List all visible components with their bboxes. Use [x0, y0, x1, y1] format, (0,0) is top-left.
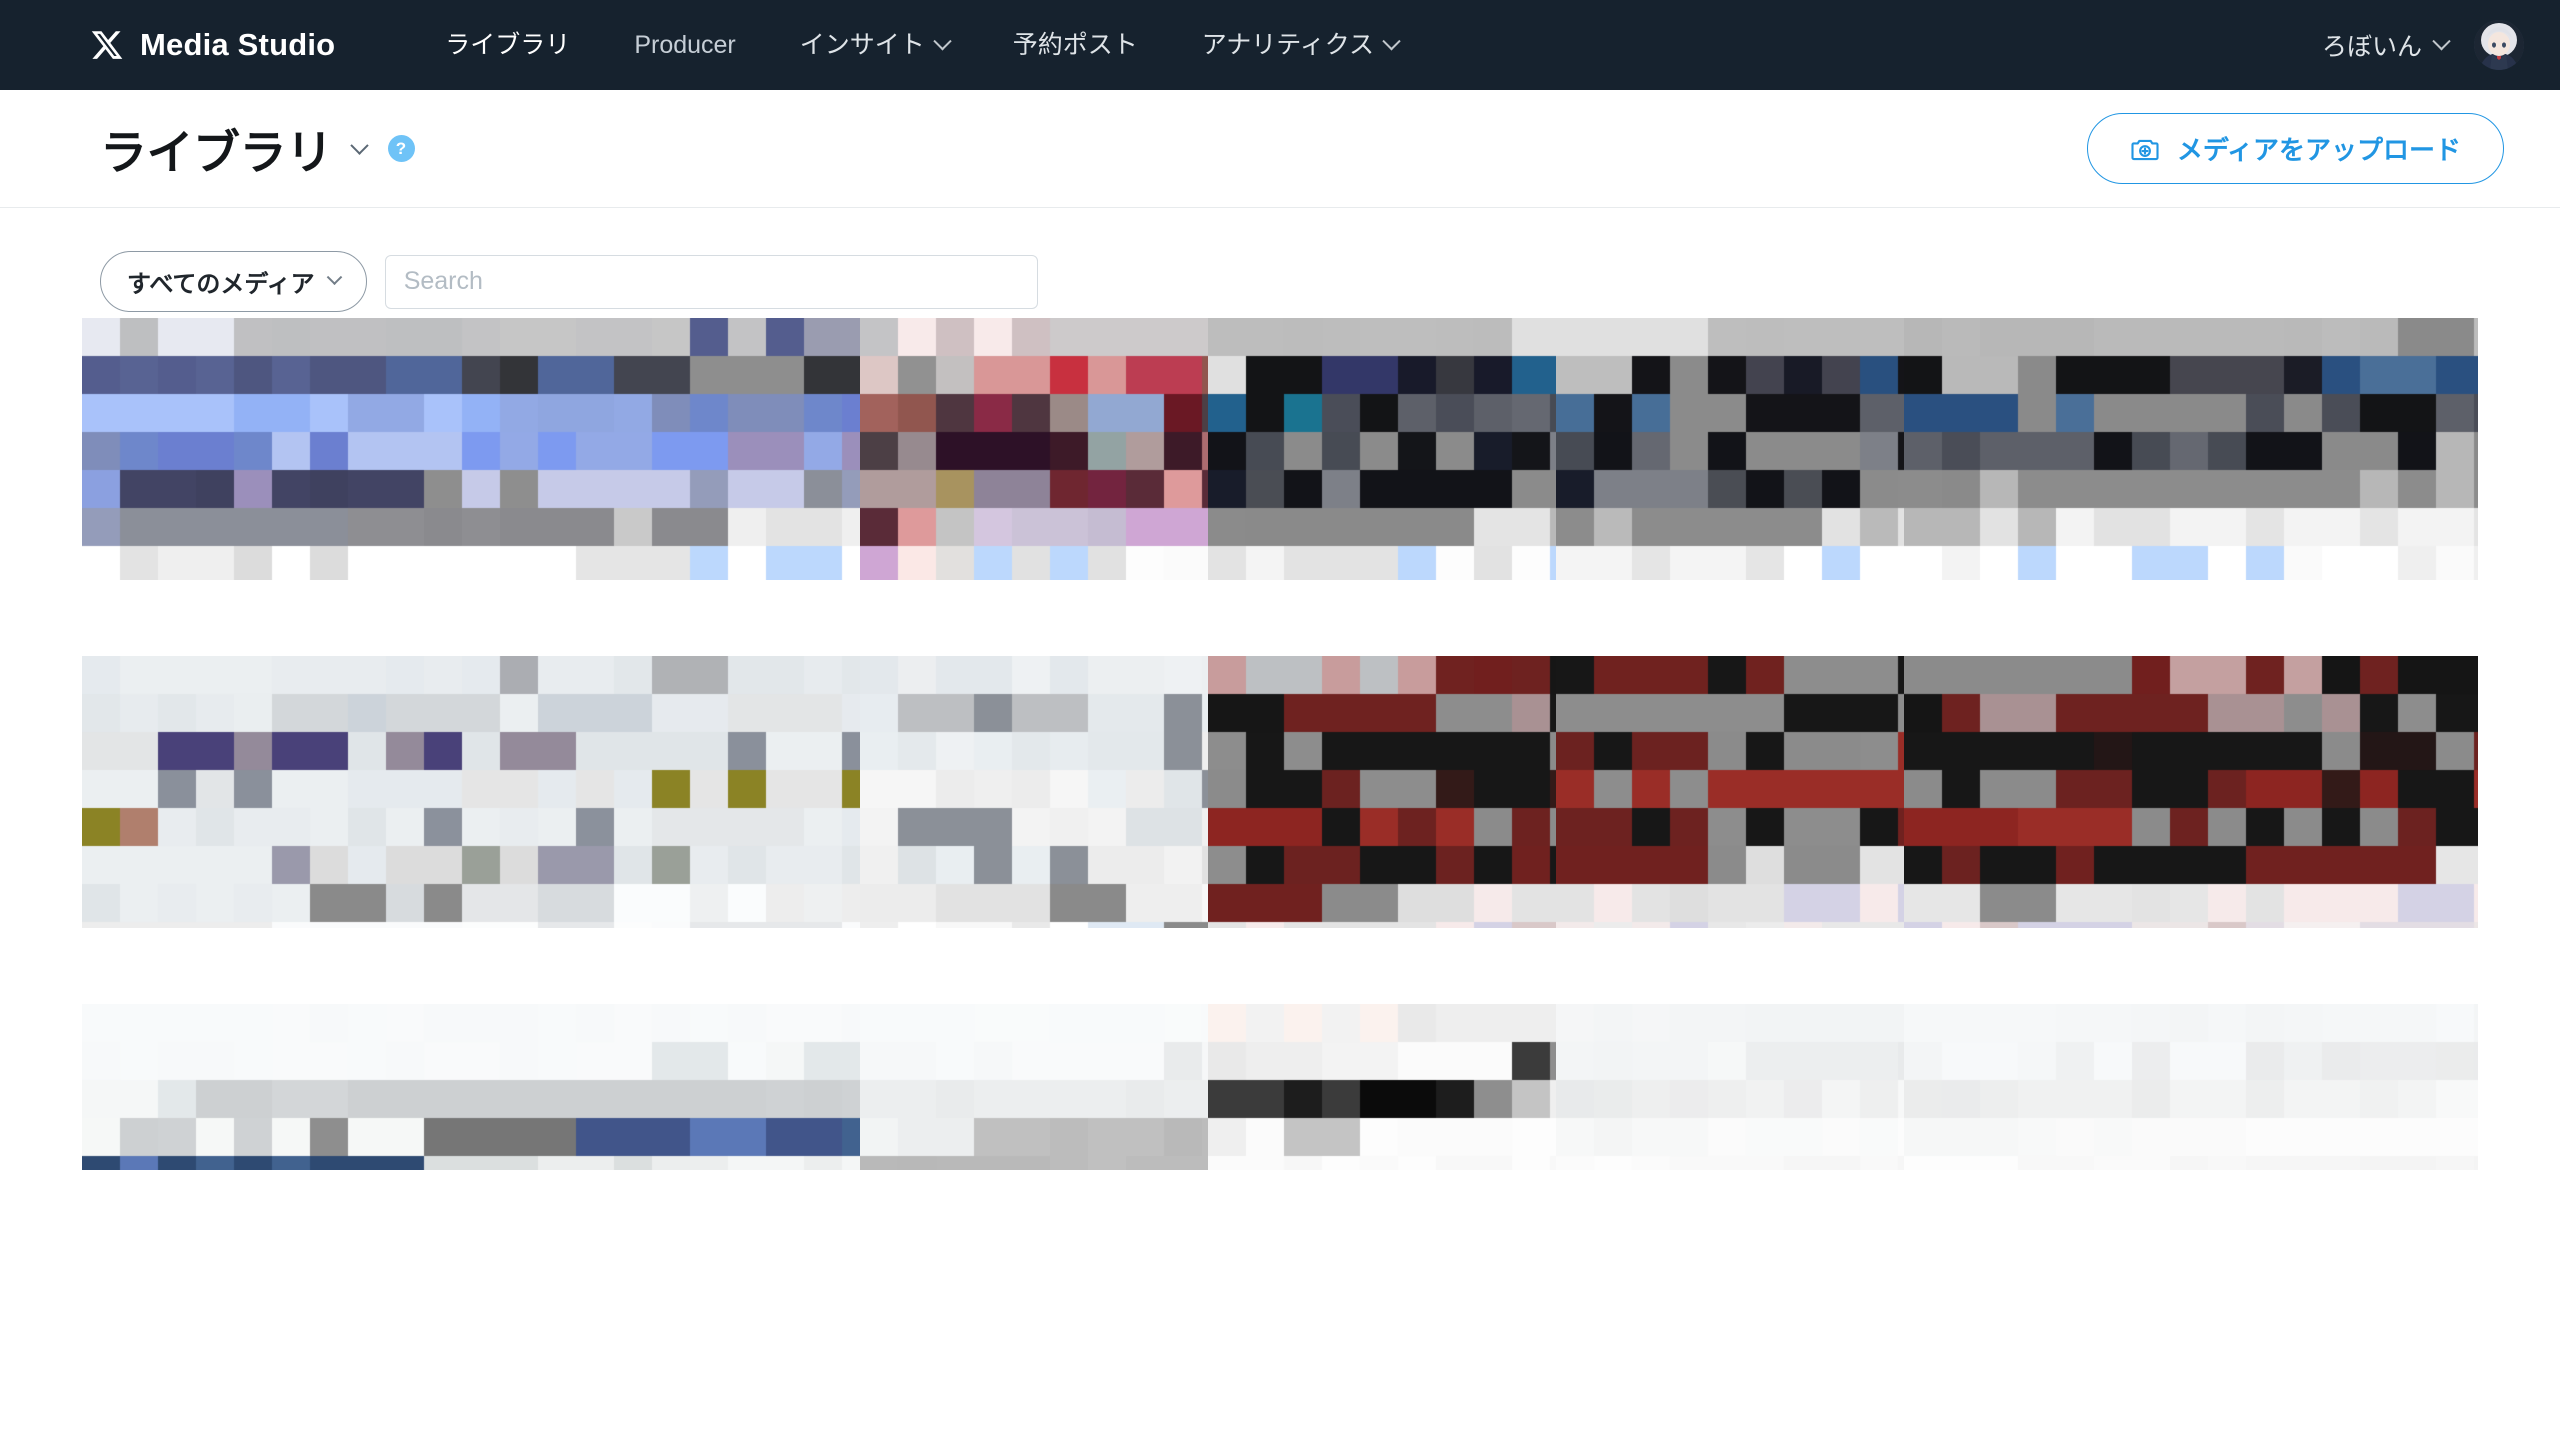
- media-thumbnail[interactable]: [1208, 656, 1556, 928]
- page-title-group: ライブラリ ?: [100, 114, 415, 183]
- brand-name: Media Studio: [140, 27, 336, 62]
- media-type-filter[interactable]: すべてのメディア: [100, 251, 367, 312]
- media-thumbnail[interactable]: [82, 656, 860, 928]
- media-thumbnail-image: [1208, 656, 1556, 928]
- camera-plus-icon: [2131, 139, 2159, 160]
- filter-bar: すべてのメディア: [0, 208, 2560, 318]
- top-navigation-bar: Media Studio ライブラリ Producer インサイト 予約ポスト …: [0, 0, 2560, 90]
- media-thumbnail-image: [1904, 656, 2478, 928]
- nav-item-producer[interactable]: Producer: [602, 0, 767, 90]
- media-thumbnail[interactable]: [1904, 1004, 2478, 1170]
- media-thumbnail-image: [860, 318, 1208, 580]
- primary-nav: ライブラリ Producer インサイト 予約ポスト アナリティクス: [413, 0, 1430, 90]
- upload-media-label: メディアをアップロード: [2176, 135, 2461, 165]
- nav-item-label: 予約ポスト: [1012, 31, 1138, 59]
- nav-item-label: インサイト: [799, 31, 925, 59]
- nav-item-scheduled-posts[interactable]: 予約ポスト: [981, 0, 1170, 90]
- media-thumbnail[interactable]: [1556, 656, 1904, 928]
- search-input[interactable]: [384, 254, 1038, 309]
- media-thumbnail[interactable]: [860, 656, 1208, 928]
- media-thumbnail[interactable]: [1208, 318, 1556, 580]
- media-thumbnail[interactable]: [1556, 1004, 1904, 1170]
- media-thumbnail-image: [860, 656, 1208, 928]
- page-header: ライブラリ ? メディアをアップロード: [0, 90, 2560, 208]
- page-title: ライブラリ: [100, 126, 333, 179]
- chevron-down-icon: [933, 31, 952, 50]
- chevron-down-icon: [2432, 31, 2451, 50]
- upload-media-button[interactable]: メディアをアップロード: [2086, 113, 2504, 184]
- media-thumbnail-image: [1208, 318, 1556, 580]
- chevron-down-icon[interactable]: [349, 136, 369, 155]
- media-thumbnail-image: [82, 656, 860, 928]
- nav-item-label: ライブラリ: [445, 31, 571, 59]
- nav-item-label: アナリティクス: [1201, 31, 1375, 59]
- help-question-icon[interactable]: ?: [387, 135, 415, 162]
- media-thumbnail[interactable]: [1556, 318, 1904, 580]
- media-type-filter-label: すべてのメディア: [127, 271, 315, 298]
- chevron-down-icon: [1382, 31, 1401, 50]
- media-thumbnail[interactable]: [82, 318, 860, 580]
- media-thumbnail[interactable]: [1904, 318, 2478, 580]
- avatar[interactable]: [2474, 20, 2524, 70]
- media-thumbnail-image: [1208, 1004, 1556, 1170]
- media-thumbnail-image: [1556, 1004, 1904, 1170]
- nav-item-library[interactable]: ライブラリ: [413, 0, 602, 90]
- nav-item-label: Producer: [634, 31, 736, 59]
- media-thumbnail-image: [1556, 656, 1904, 928]
- media-thumbnail[interactable]: [860, 318, 1208, 580]
- account-name: ろぼいん: [2321, 33, 2422, 61]
- media-grid: [0, 318, 2560, 1170]
- media-thumbnail-image: [82, 318, 860, 580]
- media-thumbnail-image: [1556, 318, 1904, 580]
- user-avatar-image: [2474, 20, 2524, 70]
- media-row: [82, 318, 2478, 580]
- media-row: [82, 656, 2478, 928]
- brand-logo-group[interactable]: Media Studio: [90, 27, 335, 63]
- media-row: [82, 1004, 2478, 1170]
- chevron-down-icon: [326, 269, 342, 286]
- nav-item-insights[interactable]: インサイト: [768, 0, 981, 90]
- media-thumbnail[interactable]: [1208, 1004, 1556, 1170]
- media-thumbnail-image: [1904, 1004, 2478, 1170]
- media-thumbnail[interactable]: [82, 1004, 860, 1170]
- nav-right-group: ろぼいん: [2322, 20, 2524, 70]
- media-thumbnail-image: [82, 1004, 860, 1170]
- account-menu[interactable]: ろぼいん: [2321, 27, 2451, 63]
- media-thumbnail[interactable]: [1904, 656, 2478, 928]
- media-thumbnail-image: [860, 1004, 1208, 1170]
- nav-item-analytics[interactable]: アナリティクス: [1170, 0, 1430, 90]
- media-thumbnail-image: [1904, 318, 2478, 580]
- media-thumbnail[interactable]: [860, 1004, 1208, 1170]
- x-logo-icon: [91, 31, 123, 59]
